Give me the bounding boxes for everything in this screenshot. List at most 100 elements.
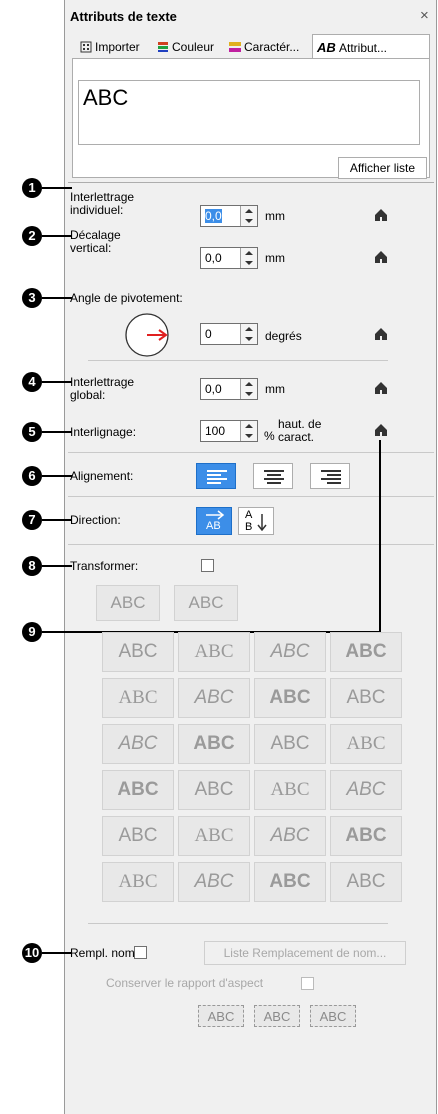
- tab-couleur[interactable]: Couleur: [157, 40, 214, 54]
- shape-tile[interactable]: ABC: [330, 770, 402, 810]
- shape-tile[interactable]: ABC: [330, 678, 402, 718]
- callout-3: 3: [22, 288, 42, 308]
- callout-1: 1: [22, 178, 42, 198]
- default-house-icon[interactable]: [374, 250, 388, 264]
- callout-10: 10: [22, 943, 42, 963]
- shape-tile[interactable]: ABC: [178, 862, 250, 902]
- default-house-icon[interactable]: [374, 423, 388, 437]
- individual-spacing-input[interactable]: 0,0: [200, 205, 258, 227]
- shape-tile[interactable]: ABC: [254, 724, 326, 764]
- direction-vertical-button[interactable]: A B: [238, 507, 274, 535]
- line-spacing-value: 100: [205, 424, 226, 438]
- show-list-button[interactable]: Afficher liste: [338, 157, 427, 179]
- replace-name-checkbox[interactable]: [134, 946, 147, 959]
- default-house-icon[interactable]: [374, 327, 388, 341]
- vertical-offset-input[interactable]: 0,0: [200, 247, 258, 269]
- shape-tile[interactable]: ABC: [254, 816, 326, 856]
- arrow-right-icon: [206, 510, 225, 520]
- callout-4: 4: [22, 372, 42, 392]
- attribute-icon: AB: [317, 40, 336, 55]
- callout-6: 6: [22, 466, 42, 486]
- global-spacing-value: 0,0: [205, 382, 222, 396]
- direction-horizontal-text: AB: [206, 520, 221, 532]
- align-right-button[interactable]: [310, 463, 350, 489]
- callout-2: 2: [22, 226, 42, 246]
- shape-tile[interactable]: ABC: [178, 632, 250, 672]
- shape-tile[interactable]: ABC: [102, 862, 174, 902]
- character-icon: [229, 42, 241, 52]
- direction-horizontal-button[interactable]: AB: [196, 507, 232, 535]
- shape-tile[interactable]: ABC: [330, 816, 402, 856]
- unit-label: mm: [265, 209, 285, 223]
- shape-tile[interactable]: ABC: [330, 632, 402, 672]
- rotation-angle-label: Angle de pivotement:: [70, 291, 183, 305]
- direction-vertical-bottom: B: [245, 521, 253, 533]
- arrow-down-icon: [257, 514, 267, 531]
- frame-tile[interactable]: ABC: [198, 1005, 244, 1027]
- line-spacing-unit-label: haut. de caract.: [278, 417, 322, 444]
- shape-tile[interactable]: ABC: [178, 770, 250, 810]
- shape-tile[interactable]: ABC: [178, 678, 250, 718]
- shape-tile[interactable]: ABC: [254, 770, 326, 810]
- tab-caracteres[interactable]: Caractér...: [229, 40, 299, 54]
- transform-label: Transformer:: [70, 559, 139, 573]
- rotation-angle-value: 0: [205, 327, 212, 341]
- frame-tile[interactable]: ABC: [254, 1005, 300, 1027]
- shape-tile[interactable]: ABC: [178, 724, 250, 764]
- rotation-dial-icon[interactable]: [124, 312, 170, 358]
- tab-importer[interactable]: Importer: [80, 40, 140, 54]
- shape-tile[interactable]: ABC: [102, 770, 174, 810]
- transform-checkbox[interactable]: [201, 559, 214, 572]
- import-icon: [80, 41, 92, 53]
- shape-tile[interactable]: ABC: [254, 678, 326, 718]
- shape-tile[interactable]: ABC: [102, 678, 174, 718]
- spinner-arrows-icon[interactable]: [240, 379, 257, 399]
- spinner-arrows-icon[interactable]: [240, 206, 257, 226]
- name-replacement-list-button[interactable]: Liste Remplacement de nom...: [204, 941, 406, 965]
- close-icon[interactable]: ×: [420, 7, 429, 24]
- tab-label: Caractér...: [244, 40, 300, 54]
- align-left-icon: [207, 470, 227, 484]
- shape-tile[interactable]: ABC: [102, 816, 174, 856]
- keep-aspect-ratio-checkbox[interactable]: [301, 977, 314, 990]
- spinner-arrows-icon[interactable]: [240, 248, 257, 268]
- global-spacing-input[interactable]: 0,0: [200, 378, 258, 400]
- callout-8: 8: [22, 556, 42, 576]
- align-center-button[interactable]: [253, 463, 293, 489]
- tab-attributs[interactable]: AB Attribut...: [312, 34, 430, 59]
- line-spacing-label: Interlignage:: [70, 425, 137, 439]
- transform-tile[interactable]: ABC: [174, 585, 238, 621]
- keep-aspect-ratio-label: Conserver le rapport d'aspect: [106, 976, 264, 990]
- vertical-offset-label: Décalage vertical:: [70, 228, 121, 255]
- shape-tile[interactable]: ABC: [254, 632, 326, 672]
- unit-label: mm: [265, 382, 285, 396]
- shape-tile[interactable]: ABC: [178, 816, 250, 856]
- vertical-offset-value: 0,0: [205, 251, 222, 265]
- tab-label: Attribut...: [339, 41, 388, 55]
- shape-tile[interactable]: ABC: [254, 862, 326, 902]
- shape-tile[interactable]: ABC: [102, 632, 174, 672]
- frame-tile[interactable]: ABC: [310, 1005, 356, 1027]
- shape-tile[interactable]: ABC: [102, 724, 174, 764]
- text-input[interactable]: ABC: [78, 80, 420, 145]
- replace-name-label: Rempl. nom: [70, 946, 135, 960]
- transform-tile[interactable]: ABC: [96, 585, 160, 621]
- callout-9: 9: [22, 622, 42, 642]
- align-left-button[interactable]: [196, 463, 236, 489]
- rotation-angle-input[interactable]: 0: [200, 323, 258, 345]
- default-house-icon[interactable]: [374, 381, 388, 395]
- unit-label: degrés: [265, 329, 302, 343]
- shape-tile[interactable]: ABC: [330, 724, 402, 764]
- unit-label: mm: [265, 251, 285, 265]
- panel-title: Attributs de texte: [70, 9, 177, 24]
- shape-tile[interactable]: ABC: [330, 862, 402, 902]
- direction-label: Direction:: [70, 513, 121, 527]
- line-spacing-input[interactable]: 100: [200, 420, 258, 442]
- alignment-label: Alignement:: [70, 469, 134, 483]
- spinner-arrows-icon[interactable]: [240, 421, 257, 441]
- spinner-arrows-icon[interactable]: [240, 324, 257, 344]
- callout-5: 5: [22, 422, 42, 442]
- individual-spacing-label: Interlettrage individuel:: [70, 190, 135, 217]
- text-input-value: ABC: [83, 85, 129, 110]
- default-house-icon[interactable]: [374, 208, 388, 222]
